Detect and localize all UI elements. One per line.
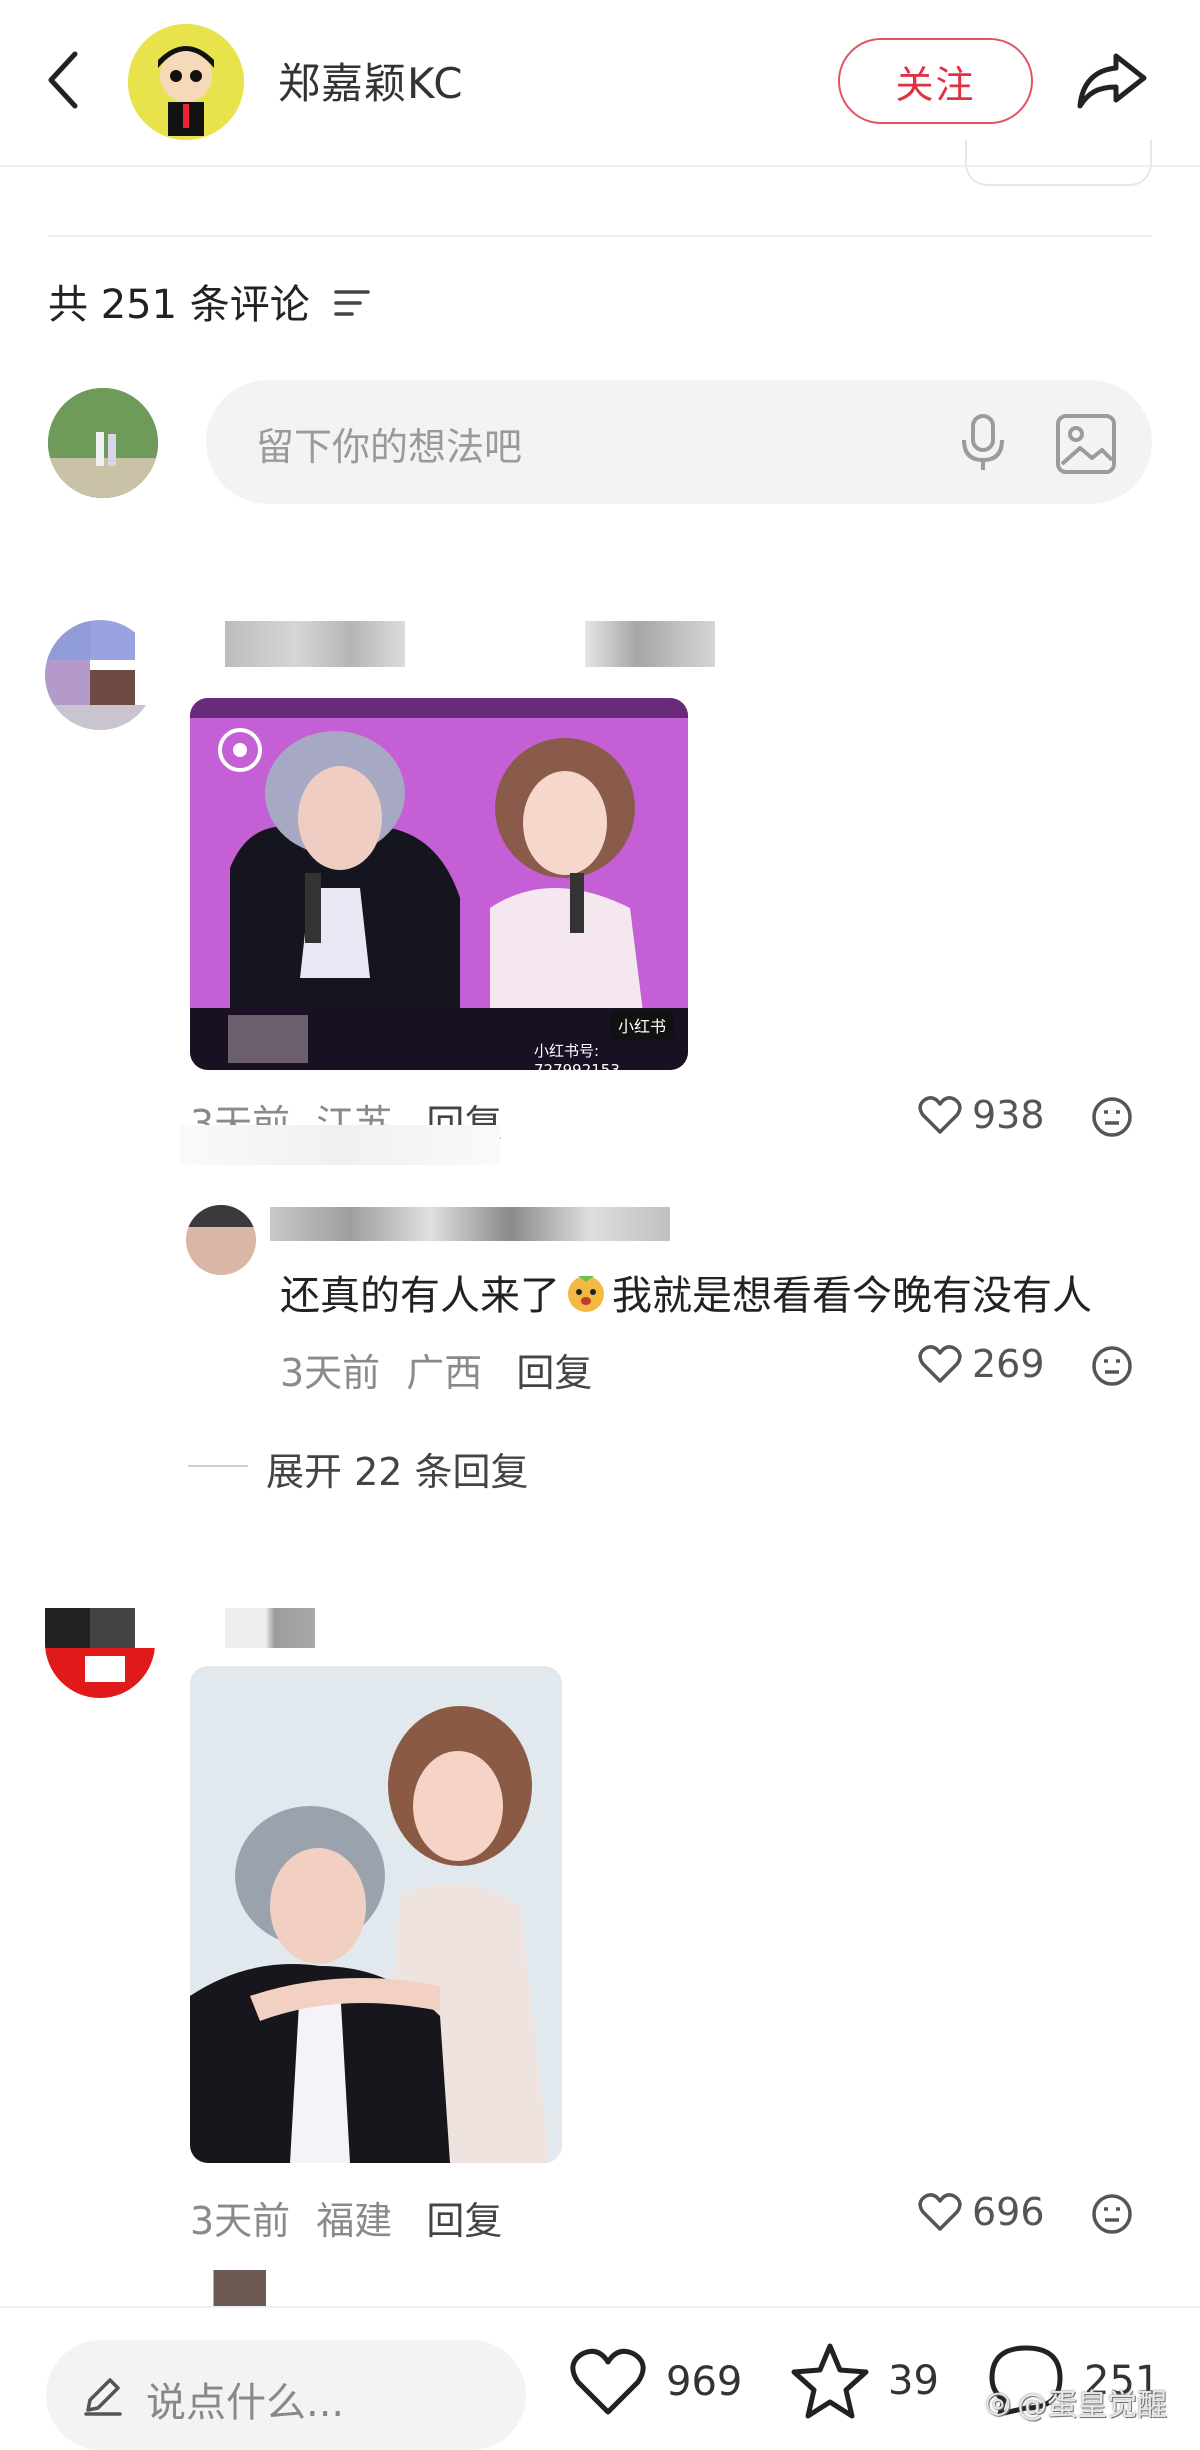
- reply-text-part1: 还真的有人来了: [280, 1273, 560, 1319]
- say-something-placeholder: 说点什么...: [146, 2380, 345, 2426]
- reply-meta: 3天前 广西 回复: [280, 1342, 592, 1397]
- comment-location: 福建: [316, 2199, 393, 2243]
- weibo-watermark: ◎ @蛋皇觉醒: [985, 2380, 1167, 2424]
- emoji-reaction-icon[interactable]: [1090, 1095, 1134, 1143]
- bottom-action-bar: 说点什么... 969 39 251 ◎ @蛋皇觉醒: [0, 2306, 1200, 2450]
- like-button[interactable]: 696: [918, 2190, 1045, 2234]
- commenter-avatar-blurred[interactable]: [45, 1608, 155, 1698]
- reply-button[interactable]: 回复: [426, 2199, 502, 2243]
- like-count: 938: [972, 1093, 1045, 1137]
- heart-icon: [918, 2193, 962, 2231]
- microphone-icon[interactable]: [952, 412, 1014, 474]
- author-name[interactable]: 郑嘉颖KC: [278, 50, 464, 111]
- divider: [48, 235, 1152, 237]
- reply-text: 还真的有人来了 我就是想看看今晚有没有人: [280, 1263, 1092, 1321]
- reply-like-count: 269: [972, 1342, 1045, 1386]
- reply-reply-button[interactable]: 回复: [516, 1351, 592, 1395]
- comment-count-row: 共 251 条评论: [48, 272, 372, 330]
- comment-input[interactable]: 留下你的想法吧: [206, 380, 1152, 504]
- expand-replies-button[interactable]: 展开 22 条回复: [266, 1441, 529, 1496]
- say-something-input[interactable]: 说点什么...: [46, 2340, 526, 2450]
- expand-divider-line: [188, 1465, 248, 1467]
- pencil-icon: [80, 2372, 126, 2422]
- post-favorite-count: 39: [888, 2358, 939, 2404]
- post-favorite-button[interactable]: 39: [790, 2342, 939, 2420]
- reply-time: 3天前: [280, 1351, 381, 1395]
- comment-count: 共 251 条评论: [48, 282, 310, 328]
- comment-image[interactable]: [190, 1666, 562, 2163]
- weibo-logo-icon: ◎: [985, 2384, 1012, 2420]
- watermark-text: @蛋皇觉醒: [1017, 2388, 1168, 2423]
- reply-like-button[interactable]: 269: [918, 1342, 1045, 1386]
- share-icon[interactable]: [1072, 40, 1152, 120]
- username-blurred[interactable]: [225, 1608, 315, 1648]
- reply-username-blurred[interactable]: [270, 1207, 670, 1241]
- image-id-text: 小红书号: 727992153: [534, 1042, 620, 1070]
- commenter-avatar-blurred[interactable]: [45, 620, 155, 730]
- my-avatar: [48, 388, 158, 498]
- reply-emoji-reaction-icon[interactable]: [1090, 1344, 1134, 1392]
- comment-time: 3天前: [190, 2199, 291, 2243]
- image-watermark-badge: 小红书: [610, 1010, 675, 1040]
- collapsed-pill: [965, 140, 1152, 186]
- follow-button[interactable]: 关注: [838, 38, 1033, 124]
- image-upload-icon[interactable]: [1054, 412, 1118, 476]
- dog-emoji-icon: [564, 1270, 608, 1314]
- heart-icon: [570, 2348, 646, 2415]
- tag-blurred: [585, 621, 715, 667]
- reply-location: 广西: [406, 1351, 483, 1395]
- heart-icon: [918, 1096, 962, 1134]
- sort-filter-icon[interactable]: [332, 284, 372, 318]
- comment-input-placeholder: 留下你的想法吧: [256, 425, 523, 469]
- comment-item: 3天前 福建 回复 696: [0, 1600, 1200, 2250]
- author-avatar[interactable]: [128, 24, 244, 140]
- comment-item: 小红书 小红书号: 727992153 3天前 江苏 回复 938 还真的有人来…: [0, 615, 1200, 1495]
- username-blurred[interactable]: [225, 621, 405, 667]
- star-icon: [791, 2343, 869, 2419]
- reply-text-part2: 我就是想看看今晚有没有人: [612, 1273, 1092, 1319]
- back-arrow-icon[interactable]: [40, 45, 86, 115]
- meta-blur-overlay: [180, 1125, 500, 1165]
- post-like-button[interactable]: 969: [568, 2346, 742, 2418]
- comment-image[interactable]: 小红书 小红书号: 727992153: [190, 698, 688, 1070]
- comment-meta: 3天前 福建 回复: [190, 2190, 502, 2245]
- reply-avatar-blurred[interactable]: [186, 1205, 256, 1275]
- like-count: 696: [972, 2190, 1045, 2234]
- like-button[interactable]: 938: [918, 1093, 1045, 1137]
- heart-icon: [918, 1345, 962, 1383]
- emoji-reaction-icon[interactable]: [1090, 2192, 1134, 2240]
- post-like-count: 969: [666, 2359, 743, 2405]
